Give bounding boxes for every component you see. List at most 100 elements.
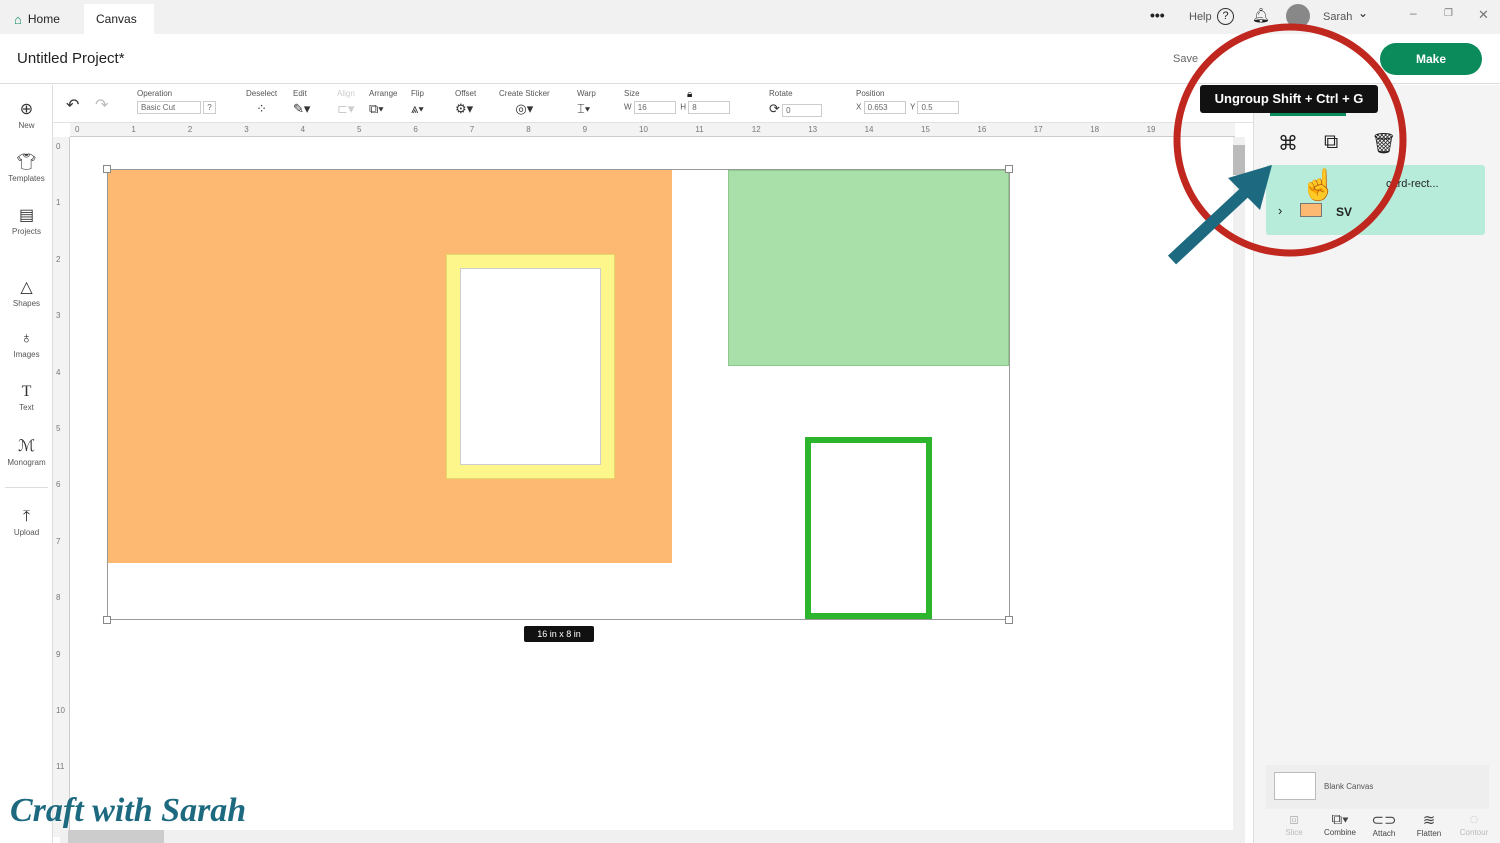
ruler-tick-label: 11 — [56, 762, 65, 772]
lightbulb-icon: ♁ — [20, 330, 33, 347]
ruler-tick-label: 3 — [244, 125, 249, 134]
x-position-input[interactable]: 0.653 — [863, 101, 906, 114]
sidebar-item-projects[interactable]: ▤ Projects — [0, 205, 53, 236]
rotate-input[interactable]: 0 — [782, 104, 823, 118]
avatar[interactable] — [1286, 4, 1310, 28]
sidebar-item-shapes[interactable]: △ Shapes — [0, 277, 53, 308]
help-icon[interactable]: ? — [1217, 8, 1234, 25]
layer-group-selected[interactable]: card-rect... › SV — [1266, 165, 1485, 235]
ruler-tick-label: 2 — [187, 125, 193, 134]
vertical-scrollbar[interactable] — [1233, 137, 1245, 830]
slice-button[interactable]: ⧈ Slice — [1272, 811, 1316, 837]
align-icon: ⊏▾ — [337, 101, 355, 116]
contour-icon: ◌ — [1469, 811, 1479, 828]
ruler-tick-label: 0 — [56, 142, 61, 151]
create-sticker-button[interactable]: Create Sticker ◎▾ — [499, 89, 550, 117]
ruler-tick-label: 10 — [639, 125, 648, 134]
minimize-button[interactable]: – — [1410, 6, 1417, 20]
paperclip-icon: ⊂⊃ — [1371, 812, 1397, 829]
ruler-tick-label: 7 — [469, 125, 475, 134]
ruler-tick-label: 12 — [751, 125, 761, 134]
lock-icon[interactable]: 🔒︎ — [687, 89, 692, 100]
edit-toolbar: ↶ ↷ Operation Basic Cut ? Deselect ⁘ Edit ✎… — [53, 85, 1253, 123]
left-sidebar: ⊕ New 👕︎ Templates ▤ Projects △ Shapes ♁ Imag… — [0, 85, 53, 843]
ruler-tick-label: 1 — [131, 125, 136, 134]
canvas-area[interactable]: 16 in x 8 in — [70, 137, 1245, 830]
sidebar-item-monogram[interactable]: ℳ Monogram — [0, 436, 53, 467]
offset-button[interactable]: Offset ⚙▾ — [455, 89, 476, 117]
tab-home[interactable]: ⌂ Home — [2, 4, 72, 34]
y-position-input[interactable]: 0.5 — [917, 101, 960, 114]
deselect-button[interactable]: Deselect ⁘ — [246, 89, 277, 117]
help-link[interactable]: Help — [1189, 11, 1212, 23]
shirt-icon: 👕︎ — [16, 154, 37, 171]
bell-icon[interactable]: 🔔︎ — [1252, 7, 1270, 24]
rotate-icon: ⟳ — [769, 101, 780, 116]
deselect-icon: ⁘ — [256, 101, 268, 116]
close-button[interactable]: ✕ — [1478, 7, 1489, 23]
attach-button[interactable]: ⊂⊃ Attach — [1362, 811, 1406, 838]
user-name[interactable]: Sarah — [1323, 11, 1352, 23]
ruler-tick-label: 5 — [56, 424, 61, 433]
resize-handle[interactable] — [103, 616, 111, 624]
tab-canvas[interactable]: Canvas — [84, 4, 154, 34]
more-button[interactable]: ••• — [1150, 7, 1165, 23]
maximize-button[interactable]: ❐ — [1444, 8, 1453, 19]
align-button[interactable]: Align ⊏▾ — [337, 89, 355, 117]
ruler-tick-label: 9 — [582, 125, 588, 134]
slice-icon: ⧈ — [1289, 811, 1299, 828]
ruler-tick-label: 18 — [1090, 125, 1100, 134]
flip-icon: ⩓▾ — [411, 101, 424, 116]
home-icon: ⌂ — [14, 11, 22, 27]
width-input[interactable]: 16 — [633, 101, 676, 114]
ruler-tick-label: 8 — [56, 593, 61, 603]
resize-handle[interactable] — [1005, 616, 1013, 624]
monogram-icon: ℳ — [17, 438, 36, 455]
arrange-button[interactable]: Arrange ⧉▾ — [369, 89, 397, 117]
combine-button[interactable]: ⧉▾ Combine — [1318, 811, 1362, 837]
warp-button[interactable]: Warp ⌶▾ — [577, 89, 596, 117]
ruler-tick-label: 7 — [56, 536, 61, 546]
sidebar-item-upload[interactable]: ⤒ Upload — [0, 508, 53, 537]
trash-icon[interactable]: 🗑︎ — [1371, 131, 1396, 156]
group-name: SV — [1336, 205, 1353, 219]
sidebar-item-images[interactable]: ♁ Images — [0, 330, 53, 359]
chevron-right-icon[interactable]: › — [1278, 203, 1282, 218]
ruler-tick-label: 2 — [56, 254, 61, 264]
combine-icon: ⧉▾ — [1331, 811, 1349, 828]
ruler-tick-label: 4 — [300, 125, 306, 134]
undo-icon[interactable]: ↶ — [66, 95, 79, 115]
selection-box[interactable] — [107, 169, 1010, 620]
sidebar-item-text[interactable]: T Text — [0, 383, 53, 412]
operation-help-button[interactable]: ? — [203, 101, 216, 114]
contour-button[interactable]: ◌ Contour — [1452, 811, 1496, 837]
sidebar-item-new[interactable]: ⊕ New — [0, 99, 53, 130]
edit-button[interactable]: Edit ✎▾ — [293, 89, 310, 117]
chevron-down-icon[interactable]: ⌄ — [1358, 6, 1368, 20]
ruler-tick-label: 13 — [808, 125, 818, 134]
flip-button[interactable]: Flip ⩓▾ — [411, 89, 424, 117]
flatten-icon: ≋ — [1422, 812, 1436, 829]
ruler-top: 0 1 2 3 4 5 6 7 8 9 10 11 12 13 14 15 16 17 18 19 — [70, 123, 1235, 137]
sidebar-item-templates[interactable]: 👕︎ Templates — [0, 152, 53, 183]
height-input[interactable]: 8 — [688, 101, 731, 114]
blank-canvas-row[interactable]: Blank Canvas — [1266, 765, 1489, 809]
ungroup-icon[interactable]: ⌘ — [1278, 131, 1298, 156]
ruler-tick-label: 1 — [56, 198, 61, 208]
save-button[interactable]: Save — [1173, 53, 1198, 65]
ruler-tick-label: 5 — [357, 125, 362, 134]
operation-select[interactable]: Basic Cut — [137, 101, 201, 114]
resize-handle[interactable] — [103, 165, 111, 173]
duplicate-icon[interactable]: ⧉ — [1324, 131, 1338, 154]
resize-handle[interactable] — [1005, 165, 1013, 173]
ruler-tick-label: 19 — [1146, 125, 1156, 134]
tab-bar: ⌂ Home Canvas ••• Help ? 🔔︎ Sarah ⌄ – ❐ ✕ — [0, 0, 1500, 34]
horizontal-scrollbar[interactable] — [60, 830, 1245, 843]
project-title[interactable]: Untitled Project* — [17, 50, 125, 67]
project-header: Untitled Project* Save Make — [0, 34, 1500, 84]
offset-icon: ⚙▾ — [455, 101, 474, 116]
flatten-button[interactable]: ≋ Flatten — [1407, 811, 1451, 838]
projects-icon: ▤ — [18, 207, 35, 224]
redo-icon[interactable]: ↷ — [95, 95, 108, 115]
make-button[interactable]: Make — [1380, 43, 1482, 75]
